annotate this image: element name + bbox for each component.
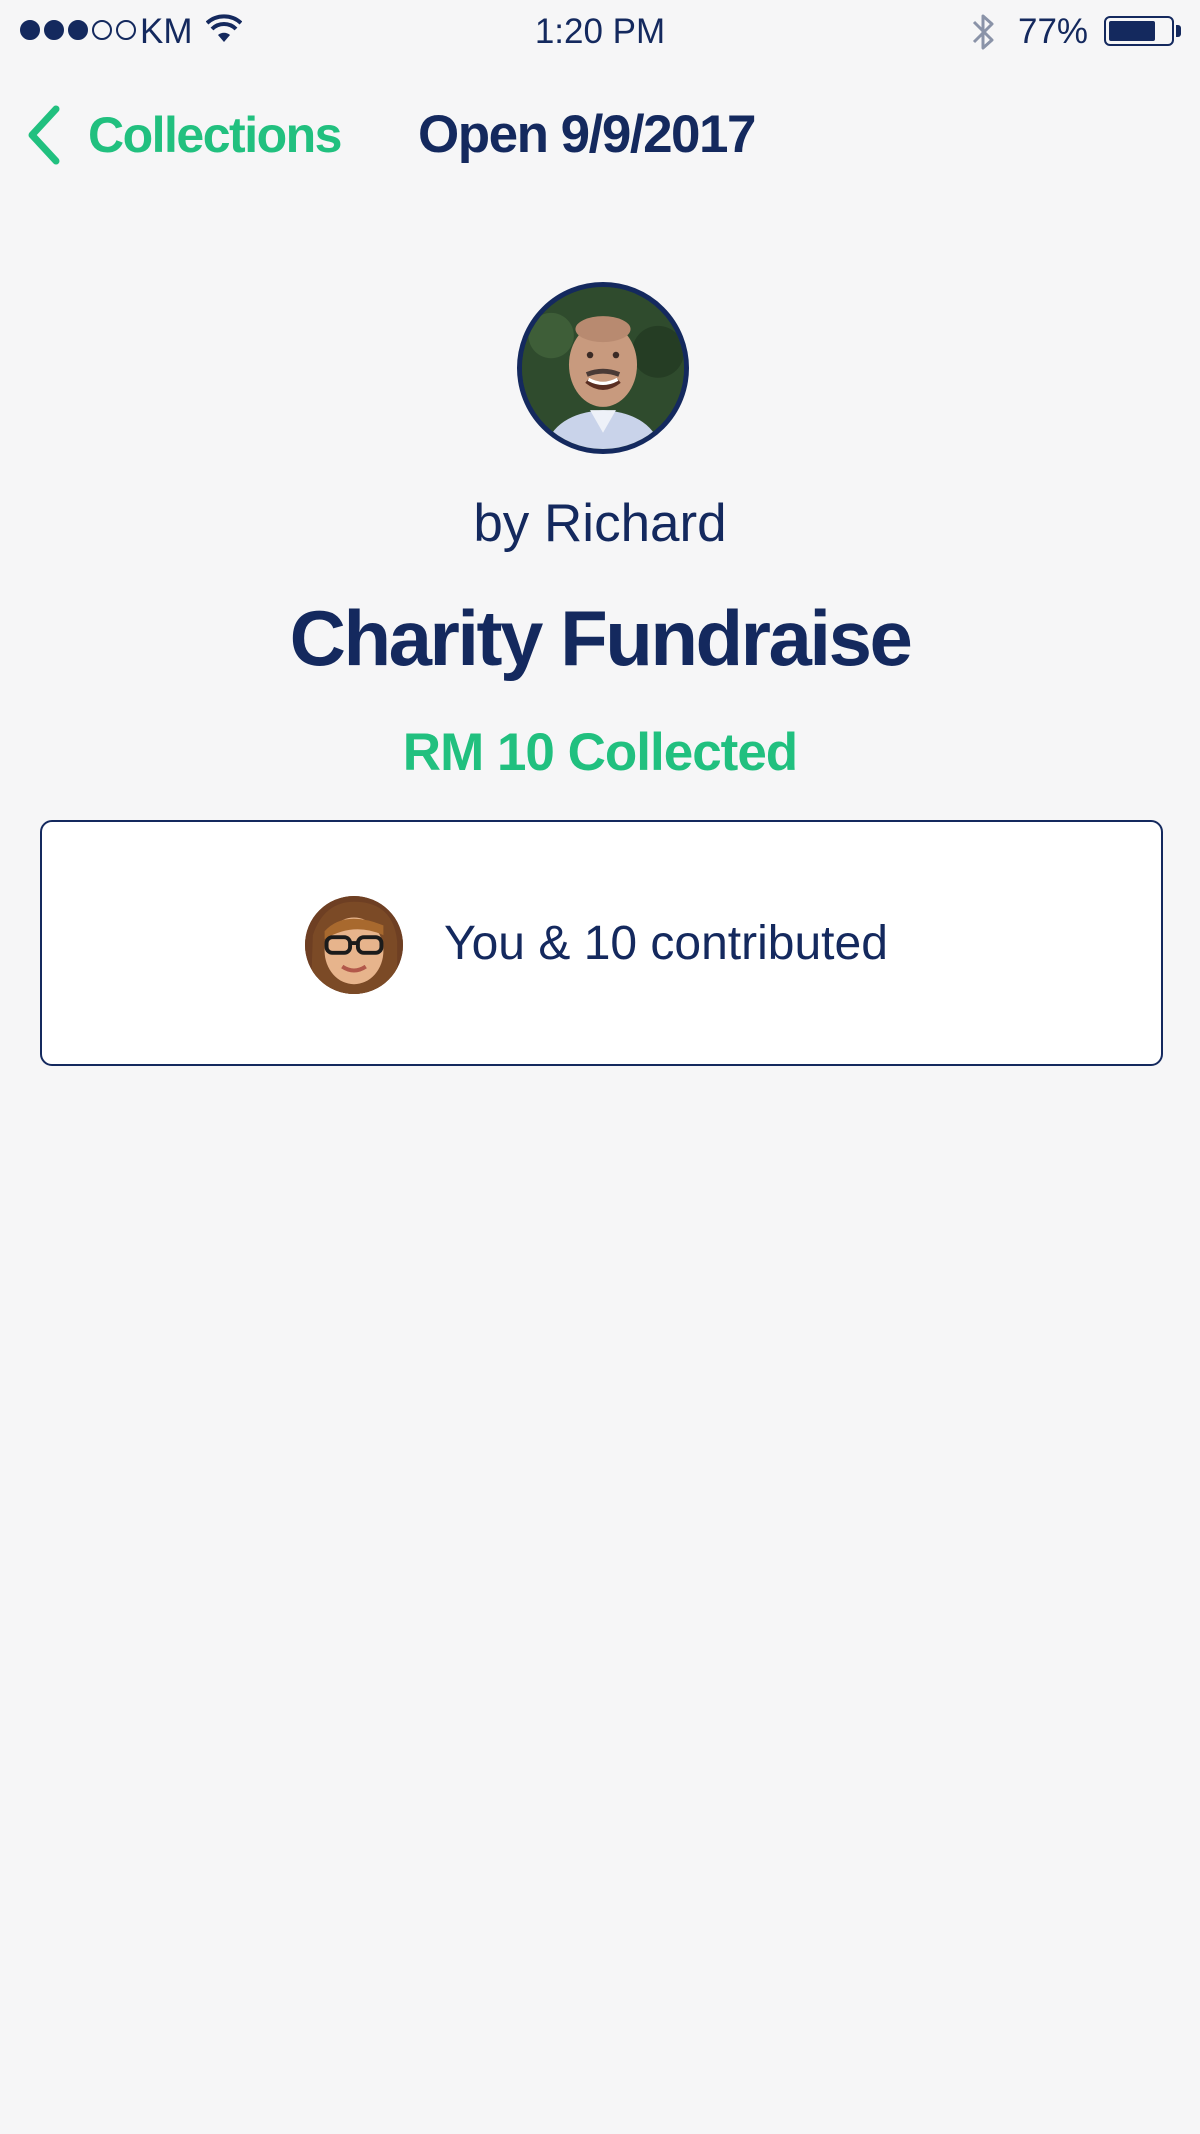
owner-line: by Richard [473,494,727,553]
owner-avatar [517,282,689,454]
battery-icon [1104,16,1174,46]
contributor-photo [305,896,403,994]
status-bar: KM 1:20 PM 77% [0,0,1200,64]
collection-title: Charity Fundraise [289,594,913,682]
contributor-avatar [305,896,403,994]
battery-tip [1176,25,1181,37]
chevron-left-icon [28,105,60,165]
owner-photo [522,287,684,449]
back-button-label: Collections [88,107,342,163]
back-button[interactable]: Collections [24,100,342,170]
battery-level [1109,21,1156,41]
battery-percentage: 77% [1018,12,1089,51]
collected-amount: RM 10 Collected [402,723,798,782]
contributors-summary: You & 10 contributed [444,917,888,970]
contributors-card[interactable]: You & 10 contributed [40,820,1163,1066]
bluetooth-icon [972,14,994,50]
page-title: Open 9/9/2017 [418,105,756,164]
